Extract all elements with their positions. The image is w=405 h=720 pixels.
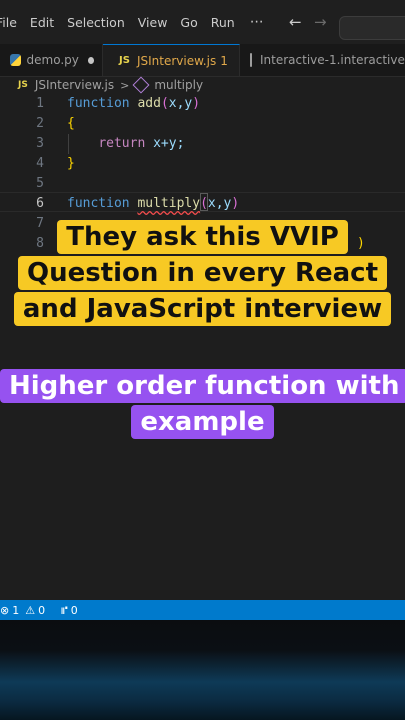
menu-run[interactable]: Run: [211, 15, 235, 30]
warning-count: 0: [38, 603, 46, 617]
ports-indicator[interactable]: ⑈ 0: [61, 604, 78, 617]
python-file-icon: [10, 54, 21, 66]
javascript-file-icon: JS: [119, 55, 130, 66]
subtitle-caption: Higher order function with example: [0, 368, 405, 440]
chevron-right-icon: >: [120, 78, 130, 92]
keyword: function: [67, 96, 130, 111]
params: x,y: [168, 96, 193, 111]
line-number: 4: [36, 156, 44, 171]
editor-tab-bar: demo.py JS JSInterview.js 1 Interactive-…: [0, 44, 405, 77]
tab-label: Interactive-1.interactive: [260, 53, 405, 67]
brace: }: [67, 156, 75, 171]
warning-icon: ⚠: [25, 603, 36, 617]
paren: ): [231, 196, 240, 211]
unsaved-dot-icon: [87, 56, 94, 64]
back-arrow-icon[interactable]: ←: [289, 13, 302, 31]
paren: ): [192, 96, 201, 111]
tab-interactive-1[interactable]: Interactive-1.interactive: [240, 44, 405, 76]
command-center-search[interactable]: [339, 16, 405, 40]
headline-text: They ask this VVIP Question in every Rea…: [13, 220, 392, 326]
tab-demo-py[interactable]: demo.py: [0, 44, 103, 76]
problems-indicator[interactable]: ⊗ 1 ⚠ 0: [0, 604, 45, 617]
menu-bar: File Edit Selection View Go Run ⋯ ← →: [0, 0, 405, 44]
code-line: 3 return x+y;: [0, 134, 405, 154]
broadcast-icon: ⑈: [61, 603, 68, 617]
line-number: 2: [36, 116, 44, 131]
breadcrumb-file[interactable]: JSInterview.js: [35, 78, 114, 92]
function-name: add: [137, 96, 161, 111]
code-editor[interactable]: 1 function add(x,y) 2 { 3 return x+y; 4 …: [0, 94, 405, 600]
params: x,y: [207, 196, 232, 211]
error-icon: ⊗: [0, 603, 10, 617]
code-line: 2 {: [0, 114, 405, 134]
function-symbol-icon: [132, 76, 150, 94]
status-bar: ⊗ 1 ⚠ 0 ⑈ 0: [0, 600, 405, 620]
paren: (: [200, 196, 208, 211]
menu-go[interactable]: Go: [180, 15, 197, 30]
function-name-error: multiply: [137, 196, 201, 211]
expression: x+y;: [153, 136, 185, 151]
code-line: 5: [0, 174, 405, 194]
breadcrumb-symbol[interactable]: multiply: [154, 78, 203, 92]
menu-view[interactable]: View: [138, 15, 168, 30]
line-number: 3: [36, 136, 44, 151]
keyword: function: [67, 196, 130, 211]
javascript-file-icon: JS: [18, 80, 28, 90]
line-number: 1: [36, 96, 44, 111]
paren: (: [160, 96, 169, 111]
tab-label: demo.py: [26, 53, 79, 67]
line-number: 6: [36, 196, 44, 211]
line-number: 5: [36, 176, 44, 191]
code-line: 1 function add(x,y): [0, 94, 405, 114]
forward-arrow-icon[interactable]: →: [314, 13, 327, 31]
brace: {: [67, 116, 75, 131]
keyword: return: [98, 136, 146, 151]
menu-selection[interactable]: Selection: [67, 15, 125, 30]
tab-jsinterview-js[interactable]: JS JSInterview.js 1: [103, 44, 240, 76]
terminal-panel[interactable]: [0, 620, 405, 720]
menu-edit[interactable]: Edit: [30, 15, 54, 30]
tab-label: JSInterview.js: [136, 53, 217, 68]
ports-count: 0: [70, 603, 78, 617]
error-count: 1: [12, 603, 20, 617]
menu-file[interactable]: File: [0, 15, 17, 30]
breadcrumb: JS JSInterview.js > multiply: [0, 76, 405, 94]
subtitle-text: Higher order function with example: [0, 369, 405, 439]
more-menu-icon[interactable]: ⋯: [250, 14, 265, 30]
problem-count-badge: 1: [220, 53, 228, 68]
headline-caption: They ask this VVIP Question in every Rea…: [0, 219, 405, 327]
code-line-current: 6 function multiply(x,y): [0, 194, 405, 214]
file-icon: [250, 53, 252, 67]
code-line: 4 }: [0, 154, 405, 174]
